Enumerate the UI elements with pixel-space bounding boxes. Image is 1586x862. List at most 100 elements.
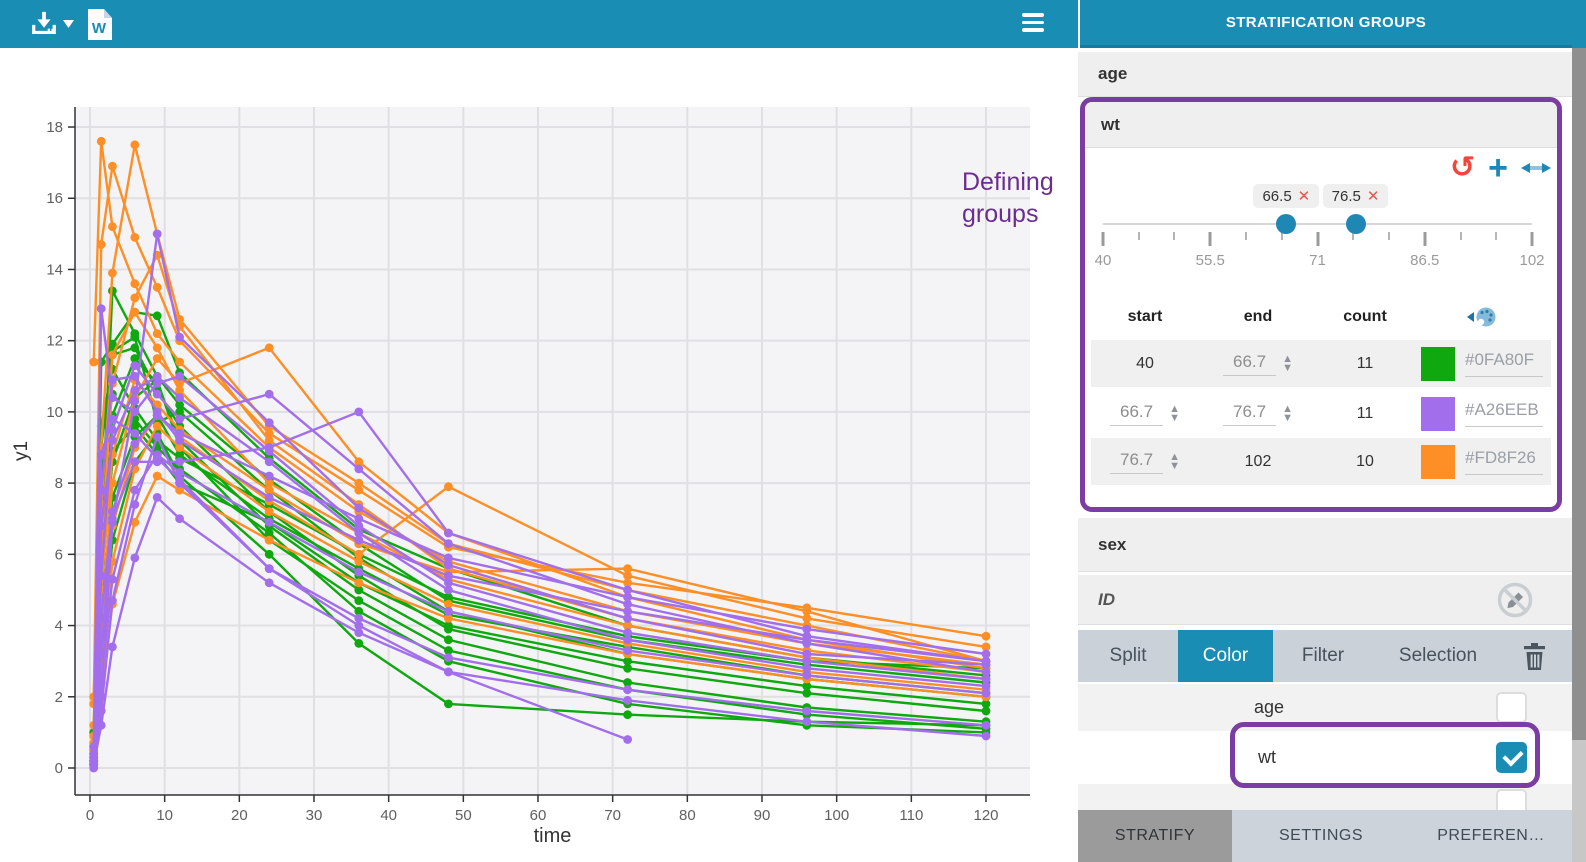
color-swatch[interactable] [1421, 347, 1455, 381]
delete-stratification-button[interactable] [1523, 630, 1546, 682]
app-window: W STRATIFICATION GROUPS 0102030405060708… [0, 0, 1586, 862]
panel-age[interactable]: age [1078, 52, 1572, 97]
add-group-icon[interactable]: + [1488, 154, 1508, 182]
color-swatch[interactable] [1421, 445, 1455, 479]
panel-wt: wt ↺ + 66.5 76.5 [1080, 97, 1562, 512]
svg-text:14: 14 [46, 261, 63, 278]
tab-color[interactable]: Color [1178, 630, 1273, 682]
edit-disabled-icon[interactable] [1496, 581, 1534, 619]
spinner[interactable] [1169, 453, 1180, 471]
spin-down-icon [1282, 364, 1293, 373]
color-var-label: wt [1258, 747, 1276, 768]
word-export-icon[interactable]: W [88, 9, 112, 40]
spin-down-icon [1169, 462, 1180, 471]
resize-range-icon[interactable] [1521, 160, 1551, 176]
svg-text:30: 30 [306, 807, 323, 824]
panel-id-label: ID [1098, 590, 1115, 610]
svg-text:0: 0 [86, 807, 94, 824]
svg-text:W: W [92, 20, 107, 37]
tab-selection[interactable]: Selection [1373, 630, 1503, 682]
hex-input[interactable]: #FD8F26 [1465, 448, 1543, 475]
slider-handle-chip: 76.5 [1323, 184, 1389, 208]
remove-handle-icon[interactable] [1367, 187, 1380, 205]
color-var-row-wt: wt [1078, 731, 1572, 784]
svg-text:80: 80 [679, 807, 696, 824]
trash-icon [1523, 643, 1546, 670]
panel-wt-label: wt [1101, 115, 1120, 135]
slider-handle-chip: 66.5 [1253, 184, 1319, 208]
tab-settings[interactable]: SETTINGS [1232, 810, 1410, 862]
download-icon [30, 10, 58, 38]
stratification-sidebar: age wt ↺ + 66.5 [1078, 48, 1572, 862]
spin-down-icon [1169, 414, 1180, 423]
sidebar-bottom-tabs: STRATIFY SETTINGS PREFEREN… [1078, 810, 1572, 862]
handle-value: 66.5 [1262, 188, 1291, 205]
count-value: 11 [1357, 405, 1374, 423]
svg-text:20: 20 [231, 807, 248, 824]
color-var-label: age [1254, 697, 1284, 718]
scrollbar-thumb[interactable] [1572, 48, 1586, 740]
checkbox-next[interactable] [1496, 789, 1527, 810]
panel-sex-label: sex [1098, 535, 1126, 555]
reset-groups-icon[interactable]: ↺ [1450, 154, 1475, 182]
remove-handle-icon[interactable] [1298, 187, 1311, 205]
checkbox-wt[interactable] [1496, 742, 1527, 773]
sidebar-title: STRATIFICATION GROUPS [1080, 0, 1572, 48]
svg-text:70: 70 [604, 807, 621, 824]
hex-input[interactable]: #0FA80F [1465, 350, 1543, 377]
palette-icon[interactable] [1467, 306, 1497, 329]
scale-label: 86.5 [1410, 252, 1439, 269]
svg-text:18: 18 [46, 119, 63, 136]
sidebar-scrollbar[interactable] [1572, 48, 1586, 862]
spinner[interactable] [1169, 405, 1180, 423]
svg-text:40: 40 [380, 807, 397, 824]
slider-handle[interactable] [1276, 214, 1296, 234]
tab-split[interactable]: Split [1078, 630, 1178, 682]
col-color [1413, 294, 1551, 340]
scale-label: 40 [1095, 252, 1112, 269]
spin-down-icon [1282, 414, 1293, 423]
scale-label: 102 [1519, 252, 1544, 269]
end-input[interactable]: 76.7 [1223, 402, 1276, 426]
svg-text:110: 110 [899, 807, 923, 824]
col-start: start [1091, 294, 1199, 340]
scale-label: 71 [1309, 252, 1326, 269]
col-end: end [1199, 294, 1317, 340]
handle-value: 76.5 [1332, 188, 1361, 205]
end-value: 102 [1245, 453, 1272, 471]
color-swatch[interactable] [1421, 397, 1455, 431]
panel-wt-header[interactable]: wt [1085, 102, 1557, 148]
color-var-row-partial [1078, 784, 1572, 810]
slider-scale-labels: 40 55.5 71 86.5 102 [1103, 252, 1532, 272]
spinner[interactable] [1282, 355, 1293, 373]
svg-text:0: 0 [55, 760, 63, 777]
download-button[interactable] [30, 10, 74, 38]
tab-stratify[interactable]: STRATIFY [1078, 810, 1232, 862]
chevron-down-icon [63, 20, 74, 28]
svg-text:10: 10 [156, 807, 173, 824]
start-value: 40 [1136, 355, 1154, 373]
color-var-row-age: age [1078, 684, 1572, 731]
timecourse-plot: 0102030405060708090100110120024681012141… [0, 50, 1078, 862]
start-input[interactable]: 76.7 [1110, 450, 1163, 474]
panel-sex[interactable]: sex [1078, 518, 1572, 572]
spinner[interactable] [1282, 405, 1293, 423]
group-table: start end count 40 66 [1091, 294, 1551, 487]
hex-input[interactable]: #A26EEB [1465, 400, 1543, 427]
panel-wt-content: ↺ + 66.5 76.5 [1085, 148, 1557, 506]
tab-preferences[interactable]: PREFEREN… [1410, 810, 1572, 862]
panel-id[interactable]: ID [1078, 575, 1572, 625]
hamburger-menu-icon[interactable] [1022, 13, 1046, 36]
count-value: 10 [1356, 453, 1374, 471]
end-input[interactable]: 66.7 [1223, 352, 1276, 376]
svg-text:4: 4 [55, 618, 63, 635]
svg-text:60: 60 [530, 807, 547, 824]
checkbox-age[interactable] [1496, 692, 1527, 723]
svg-text:120: 120 [973, 807, 998, 824]
svg-text:50: 50 [455, 807, 472, 824]
slider-track[interactable] [1103, 223, 1532, 225]
start-input[interactable]: 66.7 [1110, 402, 1163, 426]
slider-handle[interactable] [1346, 214, 1366, 234]
mode-tab-bar: Split Color Filter Selection [1078, 630, 1572, 682]
tab-filter[interactable]: Filter [1273, 630, 1373, 682]
